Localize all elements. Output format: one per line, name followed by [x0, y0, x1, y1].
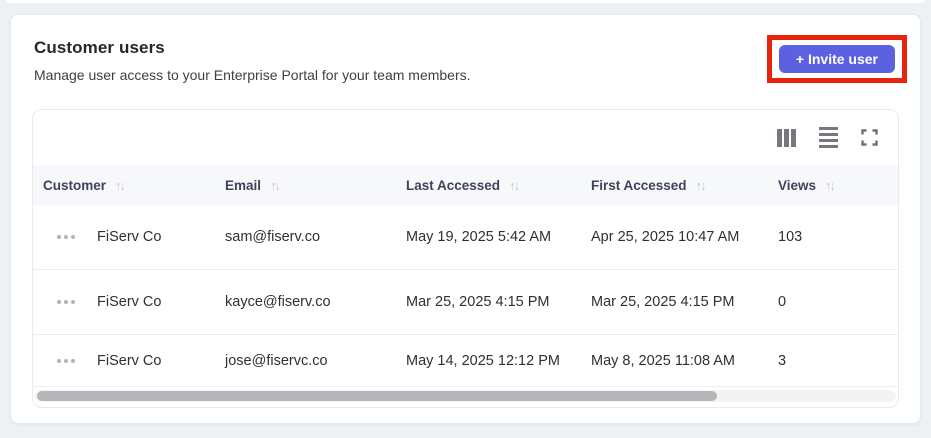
column-header-label: Email [225, 177, 262, 193]
customer-cell: FiServ Co [33, 294, 215, 310]
column-header-label: Last Accessed [406, 177, 501, 193]
last-accessed-cell: May 19, 2025 5:42 AM [406, 229, 552, 245]
email-cell: kayce@fiserv.co [225, 294, 331, 310]
column-header-email[interactable]: Email ↑↓ [215, 178, 396, 193]
sort-icon: ↑↓ [695, 177, 707, 193]
column-header-customer[interactable]: Customer ↑↓ [33, 178, 215, 193]
sort-icon: ↑↓ [825, 177, 836, 193]
first-accessed-cell: Mar 25, 2025 4:15 PM [591, 294, 735, 310]
views-cell: 0 [778, 294, 787, 310]
customer-name: FiServ Co [97, 294, 162, 310]
last-accessed-cell: May 14, 2025 12:12 PM [406, 352, 560, 369]
table-toolbar [33, 110, 898, 165]
email-cell: jose@fiservc.co [225, 352, 328, 369]
page-subtitle: Manage user access to your Enterprise Po… [34, 67, 471, 83]
horizontal-scrollbar[interactable] [35, 390, 896, 402]
card-heading: Customer users Manage user access to you… [34, 38, 634, 83]
column-header-last-accessed[interactable]: Last Accessed ↑↓ [396, 178, 581, 193]
customer-users-card: Customer users Manage user access to you… [10, 14, 921, 424]
annotation-highlight-box: + Invite user [766, 35, 907, 83]
column-header-label: Views [778, 177, 817, 193]
column-header-first-accessed[interactable]: First Accessed ↑↓ [581, 178, 768, 193]
top-edge-strip [6, 0, 925, 3]
fullscreen-icon-glyph [861, 129, 878, 146]
horizontal-scrollbar-thumb[interactable] [37, 391, 718, 401]
table-row: FiServ Co jose@fiservc.co May 14, 2025 1… [33, 335, 898, 387]
customer-name: FiServ Co [97, 352, 162, 369]
row-actions-menu-icon[interactable] [57, 235, 77, 239]
views-cell: 103 [778, 229, 803, 245]
customer-cell: FiServ Co [33, 353, 215, 369]
last-accessed-cell: Mar 25, 2025 4:15 PM [406, 294, 550, 310]
row-density-icon-glyph [819, 126, 838, 149]
fullscreen-icon[interactable] [861, 129, 878, 146]
customer-cell: FiServ Co [33, 229, 215, 245]
table-row: FiServ Co sam@fiserv.co May 19, 2025 5:4… [33, 205, 898, 270]
first-accessed-cell: Apr 25, 2025 10:47 AM [591, 229, 740, 245]
column-header-views[interactable]: Views ↑↓ [768, 178, 898, 193]
column-header-label: First Accessed [591, 177, 687, 193]
email-cell: sam@fiserv.co [225, 229, 321, 245]
sort-icon: ↑↓ [509, 177, 520, 193]
column-header-label: Customer [43, 177, 107, 193]
columns-icon[interactable] [777, 128, 796, 147]
sort-icon: ↑↓ [270, 177, 281, 193]
sort-icon: ↑↓ [115, 177, 126, 193]
views-cell: 3 [778, 352, 787, 369]
users-table: Customer ↑↓ Email ↑↓ Last Accessed ↑↓ Fi… [32, 109, 899, 408]
table-row: FiServ Co kayce@fiserv.co Mar 25, 2025 4… [33, 270, 898, 335]
row-actions-menu-icon[interactable] [57, 358, 77, 363]
row-density-icon[interactable] [819, 126, 838, 149]
first-accessed-cell: May 8, 2025 11:08 AM [591, 352, 736, 369]
table-header-row: Customer ↑↓ Email ↑↓ Last Accessed ↑↓ Fi… [33, 165, 898, 205]
customer-name: FiServ Co [97, 229, 162, 245]
page-title: Customer users [34, 38, 165, 57]
row-actions-menu-icon[interactable] [57, 300, 77, 304]
columns-icon-glyph [777, 128, 796, 147]
invite-user-button[interactable]: + Invite user [778, 45, 895, 73]
